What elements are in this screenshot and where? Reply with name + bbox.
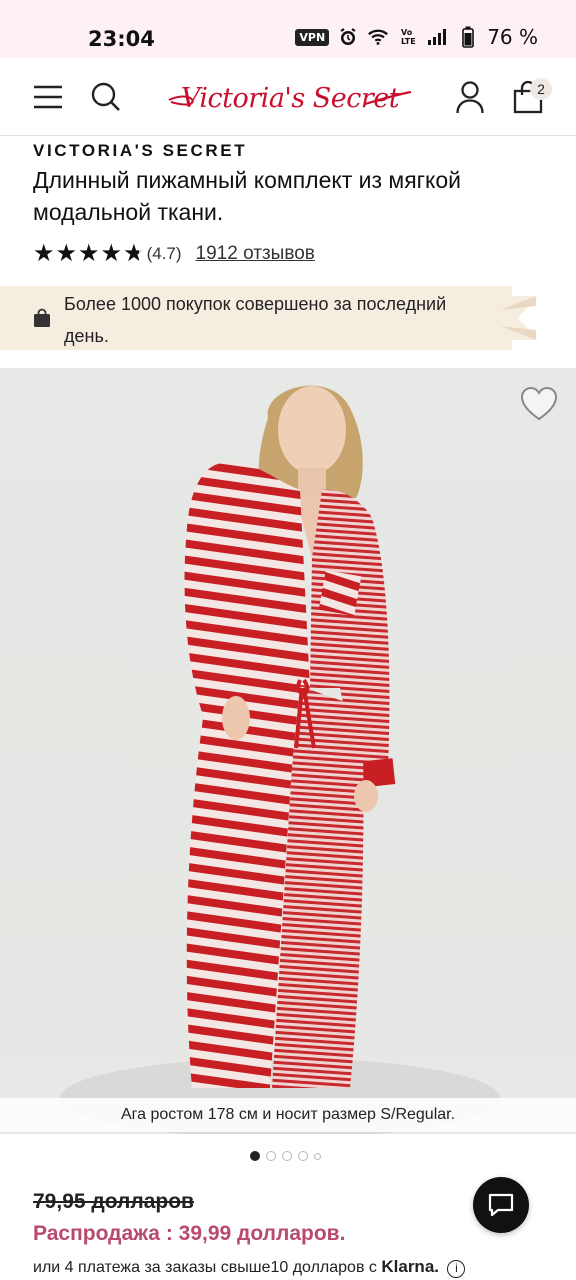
klarna-installments: или 4 платежа за заказы свыше10 долларов…	[33, 1257, 466, 1278]
heart-icon[interactable]	[520, 386, 558, 422]
promo-text: Более 1000 покупок совершено за последни…	[64, 294, 447, 346]
status-time: 23:04	[88, 27, 155, 51]
bag-count-badge: 2	[530, 78, 552, 100]
pagination-dot[interactable]	[298, 1151, 308, 1161]
model-illustration	[60, 385, 500, 1134]
pagination-dot[interactable]	[314, 1152, 321, 1160]
star-partial-icon: ★ ★	[123, 240, 145, 267]
pagination-dot[interactable]	[282, 1151, 292, 1161]
chat-icon	[488, 1193, 514, 1217]
rating-stars: ★ ★ ★ ★ ★ ★	[33, 242, 145, 266]
klarna-text: или 4 платежа за заказы свыше10 долларов…	[33, 1259, 377, 1276]
menu-icon[interactable]	[29, 78, 67, 116]
svg-text:Vo: Vo	[401, 28, 413, 37]
promo-banner-tail	[500, 296, 538, 340]
pagination-dot[interactable]	[266, 1151, 276, 1161]
account-icon[interactable]	[451, 78, 489, 116]
volte-icon: Vo LTE	[397, 26, 419, 48]
info-icon[interactable]: i	[447, 1260, 466, 1278]
brand-logo[interactable]: Victoria's Secret	[165, 78, 415, 118]
image-caption: Ага ростом 178 см и носит размер S/Regul…	[0, 1098, 576, 1132]
product-image[interactable]	[0, 368, 576, 1134]
chat-button[interactable]	[473, 1177, 529, 1233]
klarna-brand: Klarna.	[381, 1257, 439, 1276]
wifi-icon	[367, 26, 389, 48]
logo-text: Victoria's Secret	[180, 82, 400, 114]
sale-price: Распродажа : 39,99 долларов.	[33, 1222, 346, 1245]
vpn-badge: VPN	[295, 28, 330, 46]
signal-icon	[427, 26, 449, 48]
star-icon: ★	[55, 240, 78, 267]
battery-icon	[457, 26, 479, 48]
product-rating: ★ ★ ★ ★ ★ ★ (4.7) 1912 отзывов	[33, 242, 315, 266]
star-icon: ★	[33, 240, 55, 267]
product-brand: VICTORIA'S SECRET	[33, 141, 248, 160]
alarm-icon	[337, 26, 359, 48]
star-icon: ★	[100, 240, 123, 267]
search-icon[interactable]	[87, 78, 125, 116]
rating-value: (4.7)	[146, 244, 182, 263]
star-icon: ★	[78, 240, 100, 267]
status-indicators: VPN Vo LTE 76 %	[295, 25, 538, 49]
status-bar: 23:04 VPN Vo LTE 76 %	[0, 0, 576, 58]
site-header: Victoria's Secret	[0, 58, 576, 136]
shopping-bag-icon	[34, 308, 50, 327]
reviews-link[interactable]: 1912 отзывов	[196, 243, 315, 265]
product-title: Длинный пижамный комплект из мягкой мода…	[33, 167, 462, 225]
original-price: 79,95 долларов	[33, 1190, 194, 1213]
gallery-pagination	[250, 1151, 321, 1161]
svg-text:LTE: LTE	[401, 37, 416, 46]
pagination-dot[interactable]	[250, 1151, 260, 1161]
battery-percent: 76 %	[487, 25, 538, 49]
